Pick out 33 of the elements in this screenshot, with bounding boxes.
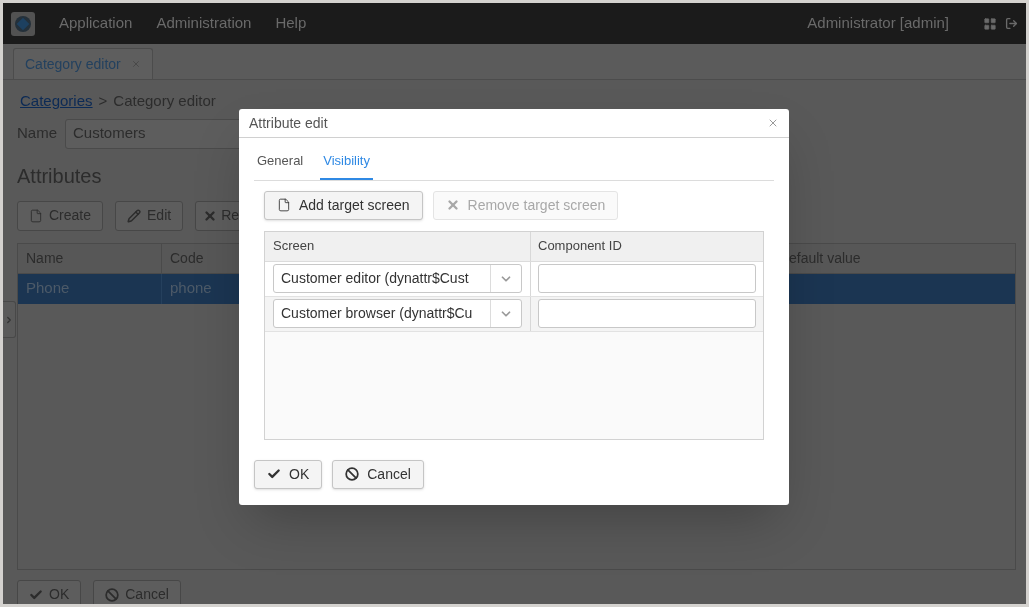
menu-item[interactable]: Help [275,12,307,35]
column-header[interactable]: Component ID [531,231,763,261]
tab[interactable]: Category editor [13,48,153,79]
close-icon [203,208,218,223]
ban-icon [105,587,120,602]
cancel-button[interactable]: Cancel [332,459,424,489]
menu-item[interactable]: Administration [156,12,252,35]
screen-select[interactable]: Customer editor (dynattr$Cust [273,264,522,293]
sidebar-toggle[interactable] [3,301,16,338]
close-icon[interactable] [767,117,779,129]
ban-icon [345,467,360,481]
screen-select[interactable]: Customer browser (dynattr$Cu [273,299,522,328]
check-icon [29,587,43,602]
close-icon [445,198,460,212]
column-header[interactable]: Screen [265,231,531,261]
logo-icon [11,11,35,36]
component-id-field[interactable] [538,299,756,328]
pencil-icon [127,208,142,223]
ok-button[interactable]: OK [254,459,323,489]
user-name: Administrator [admin] [807,13,949,34]
file-icon [29,208,43,223]
breadcrumb-separator: > [98,91,108,111]
chevron-right-icon [4,314,14,325]
file-icon [277,198,291,212]
add-button[interactable]: Add target screen [264,190,423,220]
breadcrumb-link[interactable]: Categories [20,90,93,113]
tab[interactable]: General [254,150,307,180]
check-icon [267,467,281,481]
logout-icon[interactable] [1005,17,1018,30]
component-id-field[interactable] [538,264,756,293]
tab[interactable]: Visibility [320,150,373,180]
menu-item[interactable]: Application [59,12,133,35]
grid-icon[interactable] [983,16,997,31]
